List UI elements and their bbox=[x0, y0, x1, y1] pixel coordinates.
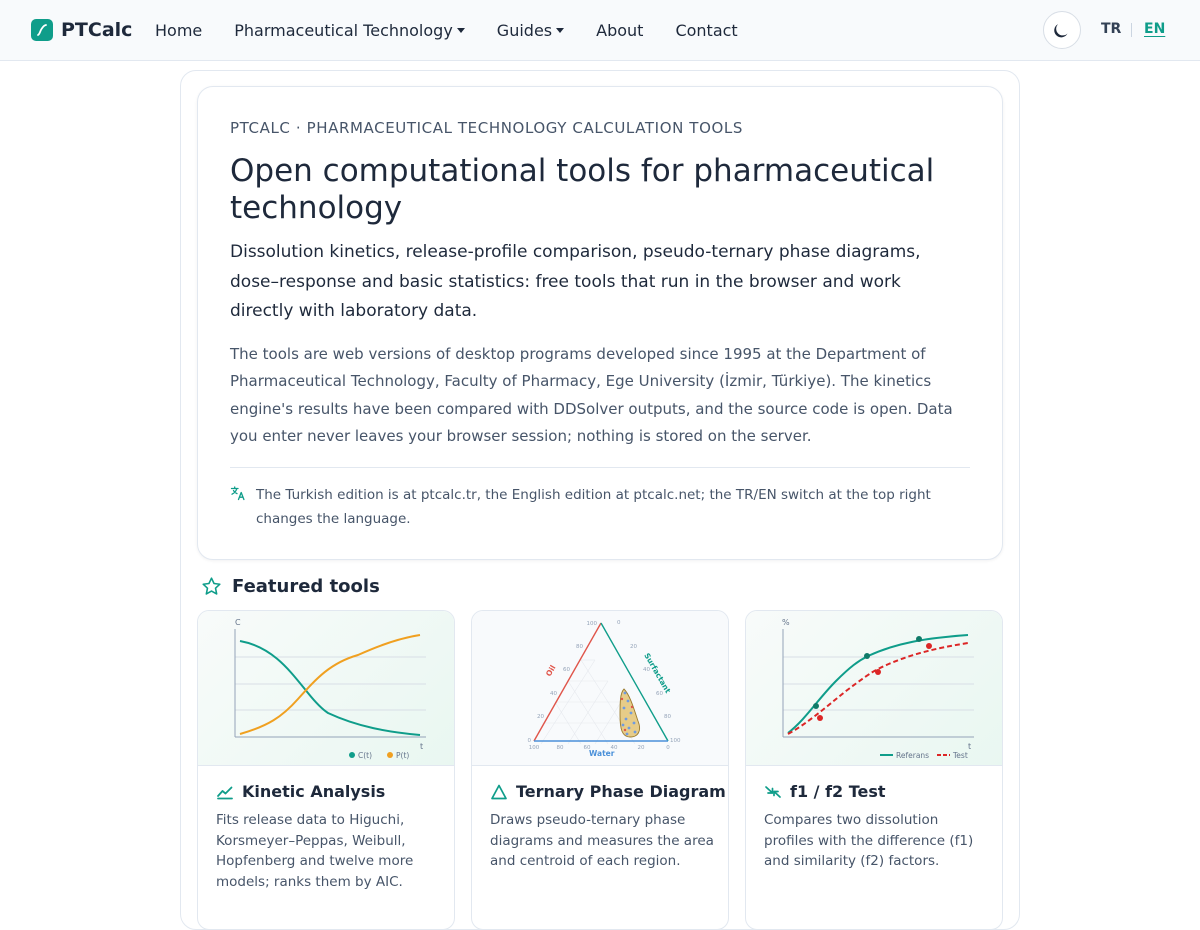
svg-text:80: 80 bbox=[557, 745, 564, 751]
legend-c-marker bbox=[349, 752, 355, 758]
oil-axis-ticks: 100 80 60 40 20 0 bbox=[528, 621, 598, 744]
nav-pharmaceutical-technology-dropdown[interactable]: Pharmaceutical Technology bbox=[234, 21, 465, 40]
brand-link[interactable]: PTCalc bbox=[31, 19, 132, 41]
svg-text:100: 100 bbox=[587, 621, 598, 627]
reference-points bbox=[813, 636, 922, 709]
x-axis-label: t bbox=[420, 742, 423, 751]
nav-guides-dropdown[interactable]: Guides bbox=[496, 21, 565, 40]
f1-f2-test-preview: % t Referans Test bbox=[746, 611, 1002, 766]
page-title: Open computational tools for pharmaceuti… bbox=[230, 153, 935, 226]
series-c-line bbox=[239, 640, 421, 736]
hero-lead: Dissolution kinetics, release-profile co… bbox=[230, 242, 921, 321]
chart-gridlines bbox=[235, 656, 426, 711]
language-divider bbox=[1131, 23, 1132, 37]
svg-text:60: 60 bbox=[584, 745, 591, 751]
surfactant-label: Surfactant bbox=[642, 652, 672, 696]
compare-arrows-icon bbox=[765, 785, 781, 798]
svg-text:40: 40 bbox=[550, 691, 557, 697]
top-navbar: PTCalc Home Pharmaceutical Technology Gu… bbox=[0, 0, 1200, 61]
svg-text:20: 20 bbox=[537, 714, 544, 720]
nav-home[interactable]: Home bbox=[155, 21, 202, 40]
oil-label: Oil bbox=[544, 664, 558, 678]
caret-down-icon bbox=[456, 28, 465, 33]
svg-text:60: 60 bbox=[656, 691, 663, 697]
brand-name: PTCalc bbox=[61, 19, 133, 41]
legend-p-marker bbox=[387, 752, 393, 758]
tool-card-f1-f2-test[interactable]: % t Referans Test f1 / f2 Test Compares … bbox=[745, 610, 1003, 930]
y-axis-label: % bbox=[782, 618, 790, 627]
card-description: Draws pseudo-ternary phase diagrams and … bbox=[490, 812, 714, 869]
hero-eyebrow: PTCALC · PHARMACEUTICAL TECHNOLOGY CALCU… bbox=[230, 119, 743, 137]
card-title: f1 / f2 Test bbox=[790, 782, 886, 801]
svg-text:80: 80 bbox=[576, 644, 583, 650]
brand-logo-icon bbox=[31, 19, 53, 41]
card-description: Fits release data to Higuchi, Korsmeyer–… bbox=[216, 812, 414, 890]
featured-tools-title: Featured tools bbox=[232, 576, 380, 597]
legend-reference-label: Referans bbox=[896, 751, 929, 760]
nav-about[interactable]: About bbox=[596, 21, 643, 40]
nav-contact[interactable]: Contact bbox=[675, 21, 737, 40]
svg-text:40: 40 bbox=[643, 667, 650, 673]
svg-text:0: 0 bbox=[617, 620, 621, 626]
caret-down-icon bbox=[556, 28, 565, 33]
hero-card: PTCALC · PHARMACEUTICAL TECHNOLOGY CALCU… bbox=[197, 86, 1003, 560]
svg-text:0: 0 bbox=[666, 745, 670, 751]
kinetic-analysis-preview: C t C(t) P(t) bbox=[198, 611, 454, 766]
svg-text:0: 0 bbox=[528, 738, 532, 744]
svg-text:20: 20 bbox=[638, 745, 645, 751]
tool-card-ternary-phase-diagram[interactable]: Oil Surfactant Water 100 80 60 40 20 0 0… bbox=[471, 610, 729, 930]
card-description: Compares two dissolution profiles with t… bbox=[764, 812, 974, 869]
nav-pharmaceutical-technology-label: Pharmaceutical Technology bbox=[234, 21, 453, 40]
legend-c-label: C(t) bbox=[358, 751, 372, 760]
svg-text:40: 40 bbox=[611, 745, 618, 751]
svg-text:80: 80 bbox=[664, 714, 671, 720]
language-note-text: The Turkish edition is at ptcalc.tr, the… bbox=[256, 487, 931, 527]
chart-gridlines bbox=[783, 656, 974, 711]
main-nav: Home Pharmaceutical Technology Guides Ab… bbox=[155, 0, 770, 61]
line-chart-icon bbox=[217, 786, 233, 799]
svg-text:100: 100 bbox=[529, 745, 540, 751]
ternary-phase-diagram-preview: Oil Surfactant Water 100 80 60 40 20 0 0… bbox=[472, 611, 728, 766]
svg-text:60: 60 bbox=[563, 667, 570, 673]
x-axis-label: t bbox=[968, 742, 971, 751]
legend-p-label: P(t) bbox=[396, 751, 409, 760]
y-axis-label: C bbox=[235, 618, 241, 627]
card-title: Kinetic Analysis bbox=[242, 782, 386, 801]
hero-body: The tools are web versions of desktop pr… bbox=[230, 345, 953, 445]
legend-test-label: Test bbox=[952, 751, 968, 760]
star-icon bbox=[202, 577, 221, 595]
card-header: Ternary Phase Diagram bbox=[490, 782, 726, 801]
translate-icon bbox=[230, 486, 245, 501]
language-note: The Turkish edition is at ptcalc.tr, the… bbox=[230, 483, 970, 531]
triangle-icon bbox=[491, 784, 507, 799]
featured-tools-heading: Featured tools bbox=[201, 576, 380, 597]
card-header: f1 / f2 Test bbox=[764, 782, 886, 801]
svg-text:20: 20 bbox=[630, 644, 637, 650]
nav-guides-label: Guides bbox=[496, 21, 553, 40]
card-title: Ternary Phase Diagram bbox=[516, 782, 726, 801]
tool-card-kinetic-analysis[interactable]: C t C(t) P(t) Kinetic Analysis Fits rele… bbox=[197, 610, 455, 930]
card-header: Kinetic Analysis bbox=[216, 782, 385, 801]
language-en-link[interactable]: EN bbox=[1144, 21, 1165, 37]
moon-icon bbox=[1054, 24, 1068, 38]
language-tr-link[interactable]: TR bbox=[1101, 21, 1121, 37]
theme-toggle-button[interactable] bbox=[1043, 11, 1081, 49]
svg-text:100: 100 bbox=[670, 738, 681, 744]
divider bbox=[230, 467, 970, 468]
